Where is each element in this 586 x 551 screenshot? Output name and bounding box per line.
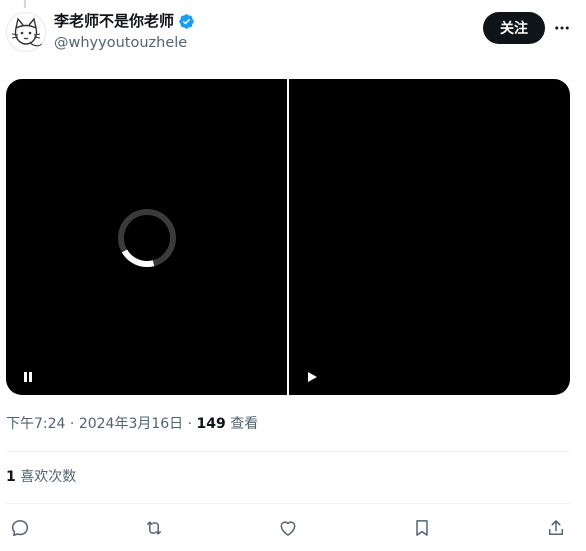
meta-separator-2: · [183,416,197,432]
likes-stat[interactable]: 1 喜欢次数 [6,467,76,487]
media-grid [6,79,570,395]
reply-icon[interactable] [9,517,31,539]
pause-icon[interactable] [22,368,34,382]
follow-button[interactable]: 关注 [483,12,545,44]
user-handle[interactable]: @whyyoutouzhele [54,33,187,53]
display-name-row[interactable]: 李老师不是你老师 [54,11,195,31]
likes-count: 1 [6,469,16,485]
tweet-date[interactable]: 2024年3月16日 [79,416,183,432]
more-icon[interactable] [552,18,572,38]
views-count: 149 [196,416,226,432]
loading-spinner-icon [118,209,176,267]
divider [6,503,570,504]
display-name[interactable]: 李老师不是你老师 [54,11,174,31]
play-icon[interactable] [306,368,318,382]
views-label: 查看 [225,416,259,432]
video-player-1[interactable] [6,79,287,395]
avatar[interactable] [6,12,46,52]
video-player-2[interactable] [289,79,570,395]
likes-label: 喜欢次数 [15,469,77,485]
bookmark-icon[interactable] [411,517,433,539]
meta-separator: · [65,416,79,432]
like-icon[interactable] [277,517,299,539]
tweet-header: 李老师不是你老师 @whyyoutouzhele 关注 [0,0,586,62]
retweet-icon[interactable] [143,517,165,539]
divider [6,451,570,452]
share-icon[interactable] [545,517,567,539]
verified-badge-icon [178,13,195,30]
tweet-meta: 下午7:24 · 2024年3月16日 · 149 查看 [6,414,258,434]
tweet-time[interactable]: 下午7:24 [6,416,65,432]
